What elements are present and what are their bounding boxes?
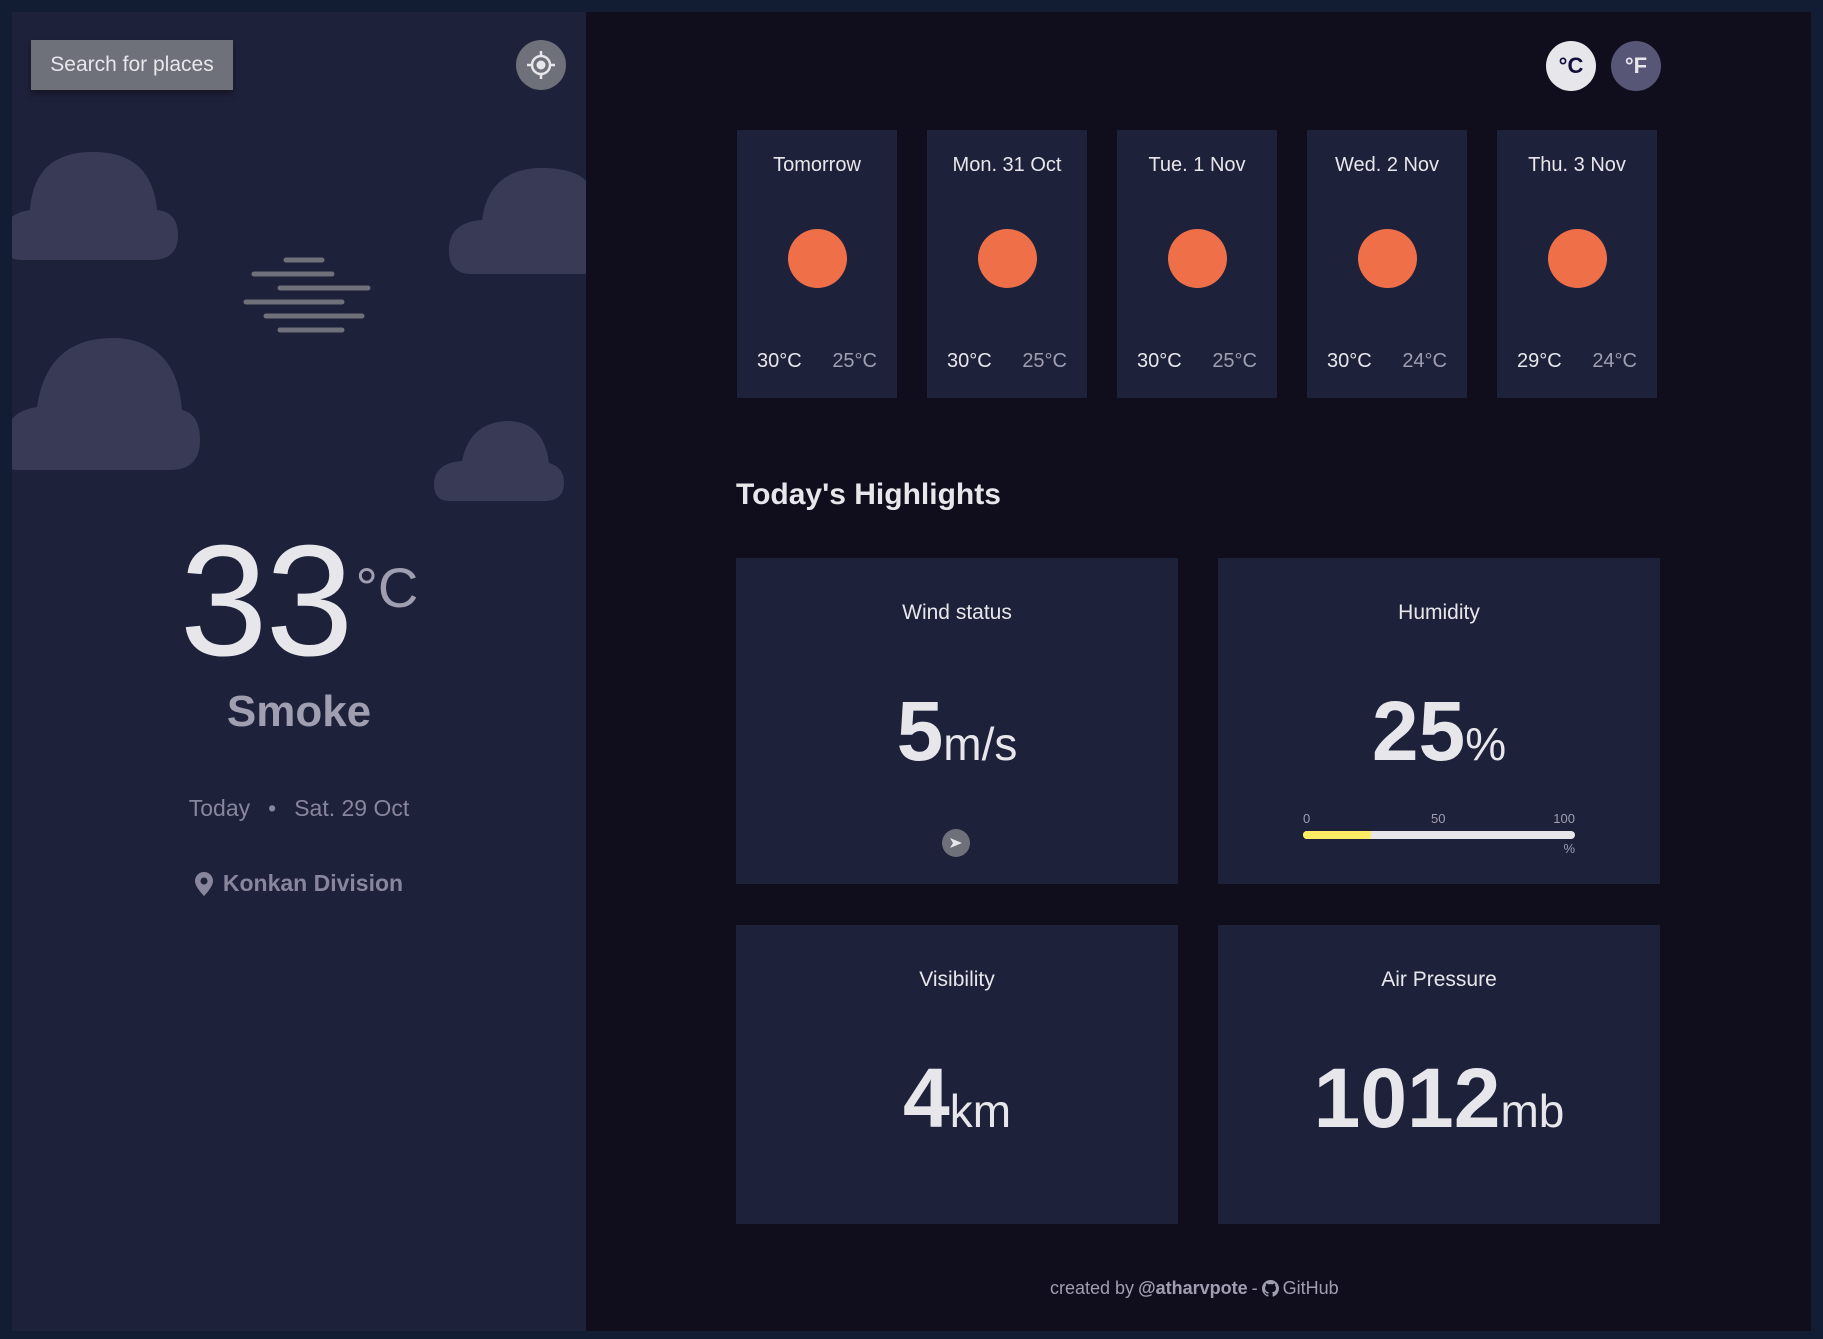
forecast-min: 24°C	[1402, 350, 1447, 372]
scale-unit: %	[1563, 841, 1575, 856]
scale-label-0: 0	[1303, 811, 1311, 826]
air-pressure-label: Air Pressure	[1381, 968, 1497, 991]
forecast-day: Mon. 31 Oct	[952, 154, 1062, 176]
forecast-card: Thu. 3 Nov 29°C 24°C	[1497, 130, 1657, 398]
pressure-value-number: 1012	[1313, 1051, 1501, 1145]
forecast-temps: 30°C 25°C	[1117, 350, 1277, 373]
scale-label-50: 50	[1431, 811, 1446, 826]
humidity-progress-fill	[1303, 831, 1371, 839]
forecast-day: Tomorrow	[773, 154, 861, 176]
main-panel: °C °F Tomorrow 30°C 25°C Mon. 31 Oct 30°…	[586, 12, 1811, 1331]
github-icon	[1261, 1280, 1279, 1297]
scale-label-100: 100	[1553, 811, 1575, 826]
wind-status-label: Wind status	[902, 601, 1012, 624]
date-label: Today	[188, 795, 251, 821]
humidity-value-unit: %	[1465, 718, 1507, 770]
sun-icon	[1548, 229, 1607, 288]
location-name: Konkan Division	[222, 870, 404, 896]
forecast-card: Tue. 1 Nov 30°C 25°C	[1117, 130, 1277, 398]
forecast-max: 30°C	[1137, 350, 1182, 372]
footer-separator: -	[1251, 1278, 1258, 1298]
forecast-max: 30°C	[1327, 350, 1372, 372]
author-link[interactable]: @atharvpote	[1138, 1278, 1248, 1299]
sun-icon	[788, 229, 847, 288]
wind-value-unit: m/s	[943, 718, 1018, 770]
date-separator: •	[268, 795, 277, 821]
location: Konkan Division	[12, 870, 586, 897]
wind-value-number: 5	[896, 684, 944, 778]
humidity-progress-bar	[1303, 831, 1575, 839]
pressure-value-unit: mb	[1500, 1085, 1565, 1137]
forecast-min: 25°C	[1022, 350, 1067, 372]
sun-icon	[1358, 229, 1417, 288]
app-window: Search for places 33°C Smoke Today • Sat…	[12, 12, 1811, 1331]
forecast-day: Wed. 2 Nov	[1334, 154, 1440, 176]
visibility-label: Visibility	[919, 968, 995, 991]
sun-icon	[1168, 229, 1227, 288]
highlights-title: Today's Highlights	[736, 478, 1001, 511]
forecast-min: 25°C	[1212, 350, 1257, 372]
forecast-card: Wed. 2 Nov 30°C 24°C	[1307, 130, 1467, 398]
wind-status-value: 5m/s	[736, 683, 1178, 780]
forecast-max: 29°C	[1517, 350, 1562, 372]
forecast-list: Tomorrow 30°C 25°C Mon. 31 Oct 30°C 25°C…	[737, 130, 1657, 398]
humidity-label: Humidity	[1398, 601, 1480, 624]
date-row: Today • Sat. 29 Oct	[12, 795, 586, 822]
haze-icon	[243, 257, 371, 333]
wind-status-card: Wind status 5m/s	[736, 558, 1178, 884]
background-cloud-icon	[448, 167, 586, 274]
forecast-max: 30°C	[947, 350, 992, 372]
visibility-value-unit: km	[949, 1085, 1012, 1137]
crosshair-icon	[527, 51, 555, 79]
background-cloud-icon	[12, 151, 178, 260]
fahrenheit-toggle[interactable]: °F	[1611, 41, 1661, 91]
sidebar: Search for places 33°C Smoke Today • Sat…	[12, 12, 586, 1331]
forecast-temps: 30°C 25°C	[927, 350, 1087, 373]
background-cloud-icon	[434, 421, 564, 501]
forecast-min: 24°C	[1592, 350, 1637, 372]
humidity-value: 25%	[1218, 683, 1660, 780]
background-cloud-icon	[12, 337, 200, 470]
temperature-unit: °C	[355, 556, 419, 619]
forecast-min: 25°C	[832, 350, 877, 372]
forecast-temps: 30°C 24°C	[1307, 350, 1467, 373]
celsius-toggle[interactable]: °C	[1546, 41, 1596, 91]
sun-icon	[978, 229, 1037, 288]
weather-condition: Smoke	[226, 687, 372, 736]
humidity-card: Humidity 25% 0 50 100 %	[1218, 558, 1660, 884]
forecast-card: Tomorrow 30°C 25°C	[737, 130, 897, 398]
air-pressure-value: 1012mb	[1218, 1050, 1660, 1147]
temperature-value: 33	[179, 513, 354, 689]
current-temperature: 33°C	[12, 522, 586, 680]
github-link[interactable]: GitHub	[1283, 1278, 1339, 1299]
forecast-temps: 29°C 24°C	[1497, 350, 1657, 373]
forecast-temps: 30°C 25°C	[737, 350, 897, 373]
air-pressure-card: Air Pressure 1012mb	[1218, 925, 1660, 1224]
forecast-card: Mon. 31 Oct 30°C 25°C	[927, 130, 1087, 398]
visibility-value-number: 4	[902, 1051, 950, 1145]
current-date: Sat. 29 Oct	[294, 795, 410, 821]
navigation-arrow-icon	[942, 829, 970, 857]
humidity-value-number: 25	[1371, 684, 1466, 778]
map-pin-icon	[194, 871, 213, 896]
visibility-value: 4km	[736, 1050, 1178, 1147]
visibility-card: Visibility 4km	[736, 925, 1178, 1224]
search-places-button[interactable]: Search for places	[31, 40, 233, 90]
forecast-max: 30°C	[757, 350, 802, 372]
footer-credit: created by @atharvpote - GitHub	[1050, 1278, 1339, 1299]
footer-prefix: created by	[1050, 1278, 1135, 1298]
forecast-day: Thu. 3 Nov	[1528, 154, 1626, 176]
forecast-day: Tue. 1 Nov	[1148, 154, 1246, 176]
current-location-button[interactable]	[516, 40, 566, 90]
